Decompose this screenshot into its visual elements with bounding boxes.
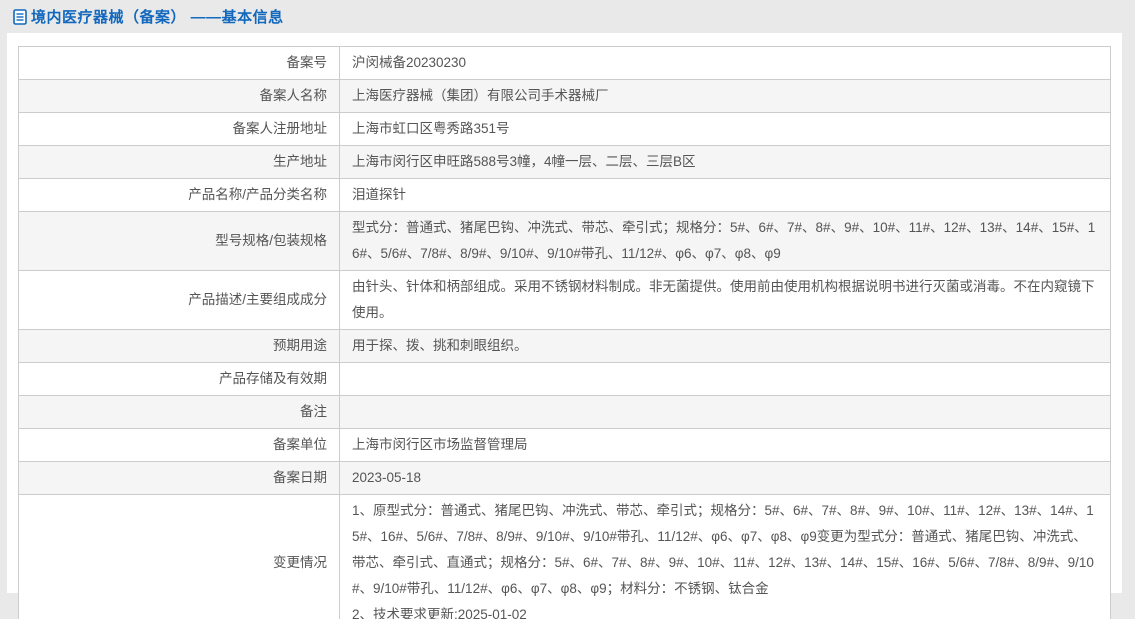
value-filing-date: 2023-05-18 [339,461,1111,495]
table-row-product-description: 产品描述/主要组成成分 由针头、针体和柄部组成。采用不锈钢材料制成。非无菌提供。… [18,270,1111,330]
table-row-change-info: 变更情况 1、原型式分：普通式、猪尾巴钩、冲洗式、带芯、牵引式；规格分：5#、6… [18,494,1111,619]
page: 境内医疗器械（备案） ——基本信息 备案号 沪闵械备20230230 备案人名称… [0,0,1135,619]
content-panel: 备案号 沪闵械备20230230 备案人名称 上海医疗器械（集团）有限公司手术器… [7,33,1122,619]
value-storage-validity [339,362,1111,396]
table-row-intended-use: 预期用途 用于探、拨、挑和刺眼组织。 [18,329,1111,363]
table-row-production-address: 生产地址 上海市闵行区申旺路588号3幢，4幢一层、二层、三层B区 [18,145,1111,179]
table-row-remarks: 备注 [18,395,1111,429]
document-icon [13,9,27,25]
label-registrant-address: 备案人注册地址 [18,112,340,146]
table-row-model-spec: 型号规格/包装规格 型式分：普通式、猪尾巴钩、冲洗式、带芯、牵引式；规格分：5#… [18,211,1111,271]
table-row-registrant-address: 备案人注册地址 上海市虹口区粤秀路351号 [18,112,1111,146]
value-model-spec: 型式分：普通式、猪尾巴钩、冲洗式、带芯、牵引式；规格分：5#、6#、7#、8#、… [339,211,1111,271]
label-product-description: 产品描述/主要组成成分 [18,270,340,330]
label-filing-authority: 备案单位 [18,428,340,462]
info-table: 备案号 沪闵械备20230230 备案人名称 上海医疗器械（集团）有限公司手术器… [18,46,1111,619]
label-registrant-name: 备案人名称 [18,79,340,113]
value-filing-authority: 上海市闵行区市场监督管理局 [339,428,1111,462]
value-product-description: 由针头、针体和柄部组成。采用不锈钢材料制成。非无菌提供。使用前由使用机构根据说明… [339,270,1111,330]
label-record-number: 备案号 [18,46,340,80]
value-product-name: 泪道探针 [339,178,1111,212]
label-storage-validity: 产品存储及有效期 [18,362,340,396]
label-intended-use: 预期用途 [18,329,340,363]
label-product-name: 产品名称/产品分类名称 [18,178,340,212]
table-row-storage-validity: 产品存储及有效期 [18,362,1111,396]
label-remarks: 备注 [18,395,340,429]
table-row-filing-authority: 备案单位 上海市闵行区市场监督管理局 [18,428,1111,462]
value-remarks [339,395,1111,429]
value-change-info: 1、原型式分：普通式、猪尾巴钩、冲洗式、带芯、牵引式；规格分：5#、6#、7#、… [339,494,1111,619]
page-header: 境内医疗器械（备案） ——基本信息 [0,0,1135,33]
value-record-number: 沪闵械备20230230 [339,46,1111,80]
value-registrant-address: 上海市虹口区粤秀路351号 [339,112,1111,146]
table-row-product-name: 产品名称/产品分类名称 泪道探针 [18,178,1111,212]
label-filing-date: 备案日期 [18,461,340,495]
page-title: 境内医疗器械（备案） ——基本信息 [31,9,284,26]
value-registrant-name: 上海医疗器械（集团）有限公司手术器械厂 [339,79,1111,113]
table-row-filing-date: 备案日期 2023-05-18 [18,461,1111,495]
value-production-address: 上海市闵行区申旺路588号3幢，4幢一层、二层、三层B区 [339,145,1111,179]
label-change-info: 变更情况 [18,494,340,619]
value-intended-use: 用于探、拨、挑和刺眼组织。 [339,329,1111,363]
table-row-record-number: 备案号 沪闵械备20230230 [18,46,1111,80]
label-model-spec: 型号规格/包装规格 [18,211,340,271]
label-production-address: 生产地址 [18,145,340,179]
table-row-registrant-name: 备案人名称 上海医疗器械（集团）有限公司手术器械厂 [18,79,1111,113]
